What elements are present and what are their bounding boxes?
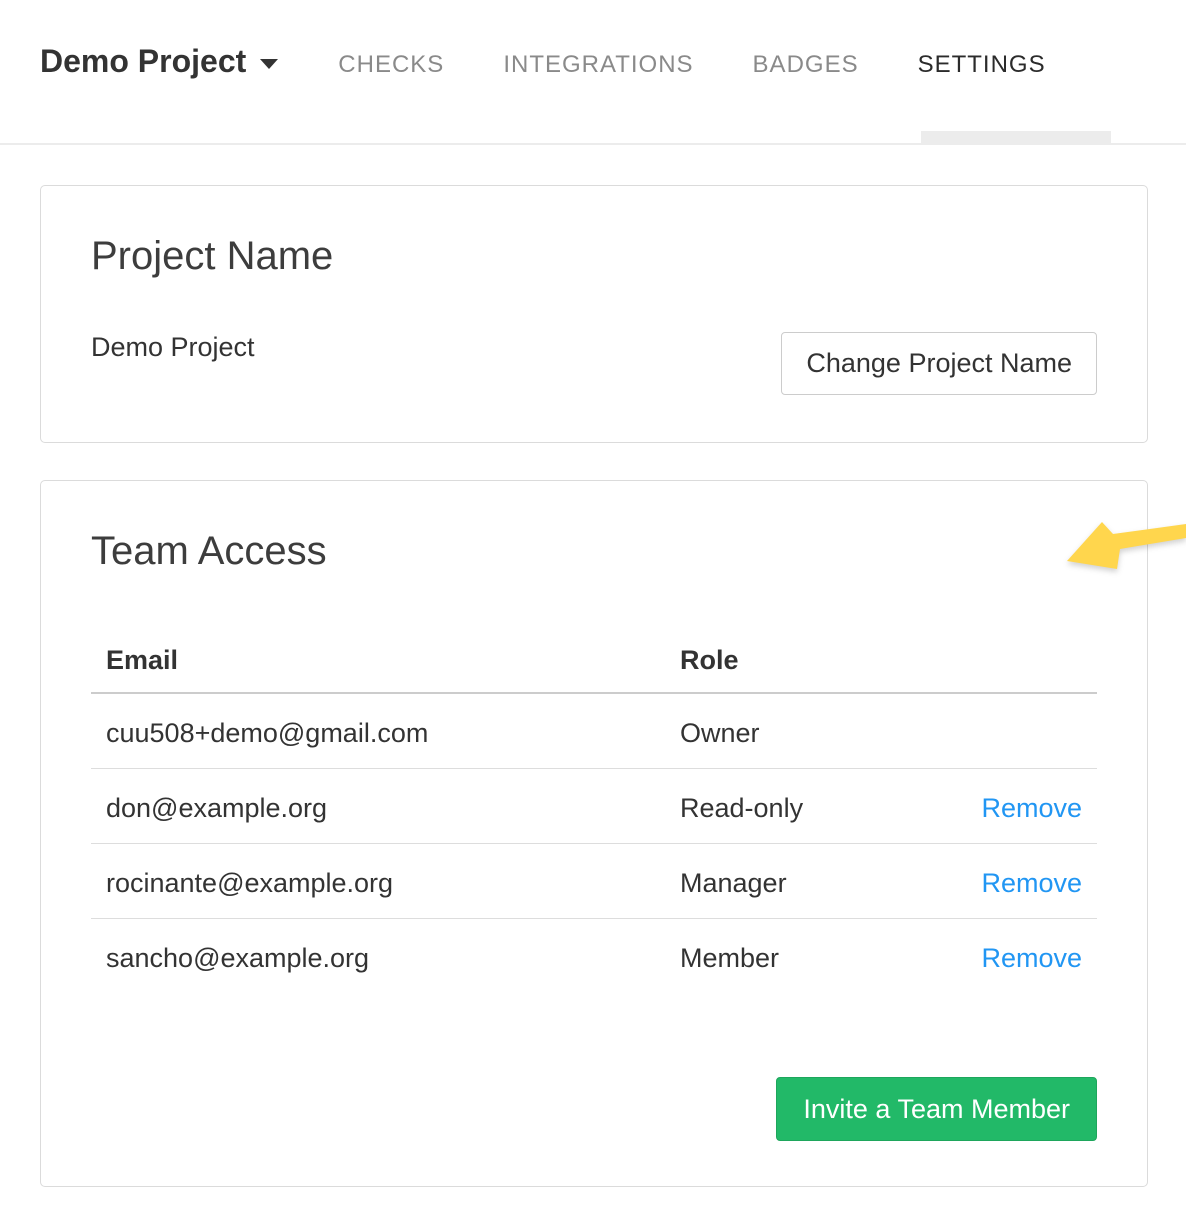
project-name-card: Project Name Demo Project Change Project… [40,185,1148,443]
action-column-header [935,635,1097,693]
team-access-heading: Team Access [91,529,1097,573]
member-email: cuu508+demo@gmail.com [91,693,665,769]
tab-checks[interactable]: CHECKS [338,53,444,77]
chevron-down-icon [260,59,278,69]
member-email: sancho@example.org [91,919,665,994]
invite-team-member-button[interactable]: Invite a Team Member [776,1077,1097,1141]
member-role: Owner [665,693,935,769]
table-row: don@example.org Read-only Remove [91,769,1097,844]
project-title-label: Demo Project [40,43,246,79]
member-email: rocinante@example.org [91,844,665,919]
active-tab-indicator [921,131,1111,143]
header-tabs: CHECKS INTEGRATIONS BADGES SETTINGS [338,53,1045,77]
tab-integrations[interactable]: INTEGRATIONS [503,53,693,77]
current-project-name: Demo Project [91,332,255,362]
project-switcher[interactable]: Demo Project [40,41,278,81]
change-project-name-button[interactable]: Change Project Name [781,332,1097,395]
top-navbar: Demo Project CHECKS INTEGRATIONS BADGES SET… [0,0,1186,145]
remove-link[interactable]: Remove [981,943,1082,973]
project-settings-page: Demo Project CHECKS INTEGRATIONS BADGES SET… [0,0,1186,1226]
email-column-header: Email [91,635,665,693]
team-access-card: Team Access Email Role cuu508+demo@gmail… [40,480,1148,1187]
tab-settings[interactable]: SETTINGS [918,53,1046,77]
table-row: rocinante@example.org Manager Remove [91,844,1097,919]
member-role: Read-only [665,769,935,844]
remove-link[interactable]: Remove [981,868,1082,898]
tab-badges[interactable]: BADGES [753,53,859,77]
table-header-row: Email Role [91,635,1097,693]
team-table: Email Role cuu508+demo@gmail.com Owner d… [91,635,1097,993]
project-name-heading: Project Name [91,234,1097,278]
member-role: Member [665,919,935,994]
remove-link[interactable]: Remove [981,793,1082,823]
team-table-body: cuu508+demo@gmail.com Owner don@example.… [91,693,1097,993]
member-role: Manager [665,844,935,919]
role-column-header: Role [665,635,935,693]
table-row: cuu508+demo@gmail.com Owner [91,693,1097,769]
table-row: sancho@example.org Member Remove [91,919,1097,994]
member-email: don@example.org [91,769,665,844]
